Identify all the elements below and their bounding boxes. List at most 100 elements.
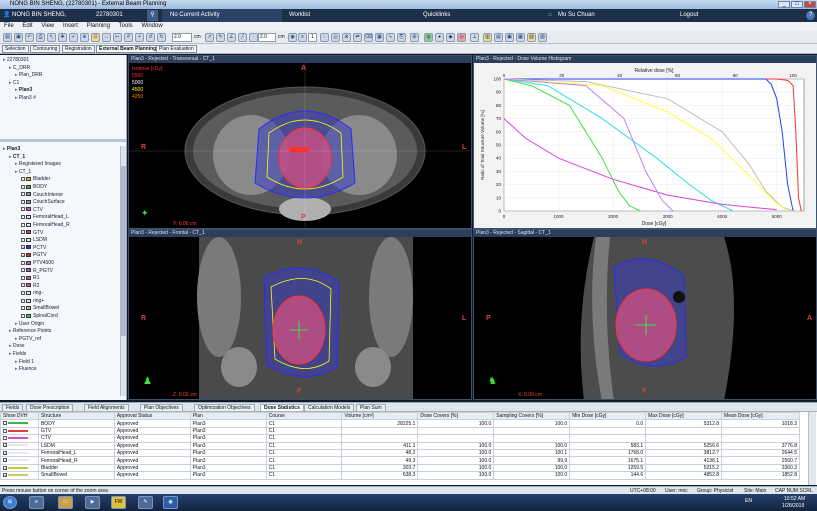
worklist-menu[interactable]: Worklist	[289, 9, 310, 22]
structure_tree-item[interactable]: ring+	[0, 298, 126, 306]
visibility-checkbox[interactable]	[21, 177, 25, 182]
structure_tree-item[interactable]: LSDM	[0, 237, 126, 245]
structure_tree-item[interactable]: ▸ Registered Images	[0, 161, 126, 169]
panel-splitter[interactable]	[0, 139, 126, 142]
course_tree-item[interactable]: ▸ Plan3 #	[0, 95, 126, 103]
structure_tree-item[interactable]: ✓ PCTV	[0, 245, 126, 253]
table-row[interactable]: ✓ Bladder Approved Plan3 C1 303.7 100.0 100.0 12…	[0, 463, 800, 473]
visibility-checkbox[interactable]	[21, 199, 25, 204]
margin-tool-icon[interactable]: ◎	[331, 33, 340, 42]
taskbar-ie-icon[interactable]: e	[29, 496, 44, 509]
help-icon[interactable]: ?	[806, 11, 815, 20]
crosshair-icon[interactable]: +	[135, 33, 144, 42]
save-icon[interactable]: ▣	[14, 33, 23, 42]
table-row[interactable]: ✓ LSDM Approved Plan3 C1 411.1 100.0 100.0 583.1…	[0, 441, 800, 450]
transversal-image[interactable]	[129, 63, 472, 229]
col-sampling-covers[interactable]: Sampling Covers [%]	[493, 411, 571, 421]
show-dvh-cell[interactable]	[0, 426, 39, 436]
show-dvh-checkbox[interactable]: ✓	[3, 458, 7, 463]
zoom-icon[interactable]: ⊕	[80, 33, 89, 42]
menu-insert[interactable]: Insert	[63, 23, 78, 29]
minimize-button[interactable]: _	[778, 1, 790, 8]
table-row[interactable]: CTV Approved Plan3 C1	[0, 434, 800, 443]
structure_tree-item[interactable]: PTV4500	[0, 260, 126, 268]
table-row[interactable]: ✓ FemoralHead_R Approved Plan3 C1 49.3 100.0 99…	[0, 456, 800, 465]
line-icon[interactable]: ╱	[238, 33, 247, 42]
start-button[interactable]: ⊞	[3, 496, 17, 509]
structure_tree-item[interactable]: FemoralHead_R	[0, 222, 126, 230]
show-dvh-cell[interactable]: ✓	[0, 463, 39, 473]
structure_tree-item[interactable]: ▸ Field 1	[0, 359, 126, 367]
smooth-icon[interactable]: ∿	[386, 33, 395, 42]
menu-file[interactable]: File	[4, 23, 14, 29]
menu-tools[interactable]: Tools	[119, 23, 133, 29]
dvh-chart[interactable]: 01020304050607080901000 1000 2000 3000 4000 5…	[474, 63, 817, 229]
visibility-checkbox[interactable]	[21, 215, 25, 220]
brush-icon[interactable]: ✎	[216, 33, 225, 42]
visibility-checkbox[interactable]	[21, 260, 25, 265]
taskbar-media-icon[interactable]: ▶	[85, 496, 100, 509]
structure_tree-item[interactable]: ▸ PGTV_ref	[0, 336, 126, 344]
taskbar-eclipse-icon[interactable]: ◉	[163, 496, 178, 509]
col-mean-dose[interactable]: Mean Dose [cGy]	[721, 411, 800, 421]
taskbar-time[interactable]: 10:52 AM	[784, 496, 805, 502]
visibility-checkbox[interactable]	[21, 298, 25, 303]
workspace-selection[interactable]: Selection	[2, 45, 29, 53]
visibility-checkbox[interactable]	[21, 275, 25, 280]
visibility-checkbox[interactable]	[21, 283, 25, 288]
visibility-checkbox[interactable]	[21, 222, 25, 227]
structure_tree-item[interactable]: R_PGTV	[0, 268, 126, 276]
show-dvh-cell[interactable]	[0, 434, 39, 443]
menu-edit[interactable]: Edit	[22, 23, 32, 29]
col-structure[interactable]: Structure	[37, 411, 115, 421]
taskbar-tool-icon[interactable]: ✎	[138, 496, 153, 509]
layers-icon[interactable]: ≡	[298, 33, 307, 42]
workspace-contouring[interactable]: Contouring	[30, 45, 61, 53]
point-icon[interactable]: ·	[249, 33, 258, 42]
show-dvh-checkbox[interactable]: ✓	[3, 450, 7, 455]
measure-icon[interactable]: ↔	[102, 33, 111, 42]
menu-planning[interactable]: Planning	[87, 23, 110, 29]
zoom-fit-icon[interactable]: ⊞	[410, 33, 419, 42]
show-dvh-cell[interactable]: ✓	[0, 456, 39, 465]
visibility-checkbox[interactable]	[21, 313, 25, 318]
structure_tree-item[interactable]: ▸ Fields	[0, 351, 126, 359]
beam-icon[interactable]: ⟂	[470, 33, 479, 42]
select-icon[interactable]: ↖	[47, 33, 56, 42]
table-row[interactable]: ✓ SmallBowel Approved Plan3 C1 638.3 100.0 100.…	[0, 471, 800, 480]
fill-icon[interactable]: ▦	[375, 33, 384, 42]
show-dvh-cell[interactable]: ✓	[0, 448, 39, 458]
language-indicator[interactable]: EN	[745, 498, 752, 504]
slice-input[interactable]: 1	[308, 33, 317, 42]
col-plan[interactable]: Plan	[189, 411, 267, 421]
structure_tree-item[interactable]: ▸ User Origin	[0, 321, 126, 329]
visibility-checkbox[interactable]	[21, 207, 25, 212]
undo-arrow-icon[interactable]: ↺	[146, 33, 155, 42]
ruler-icon[interactable]: ⊢	[113, 33, 122, 42]
col-show-dvh[interactable]: Show DVH	[0, 411, 39, 421]
structure_tree-item[interactable]: ▸ Fluence	[0, 366, 126, 374]
col-min-dose[interactable]: Min Dose [cGy]	[569, 411, 647, 421]
layout-3-icon[interactable]: ▣	[505, 33, 514, 42]
close-button[interactable]: ×	[804, 1, 816, 8]
cube-icon[interactable]: ◆	[446, 33, 455, 42]
eye-icon[interactable]: ◉	[288, 33, 297, 42]
layout-6-icon[interactable]: ▨	[538, 33, 547, 42]
workspace-plan-evaluation[interactable]: Plan Evaluation	[156, 45, 197, 53]
visibility-checkbox[interactable]	[21, 306, 25, 311]
structure_tree-item[interactable]: ▸ Dose	[0, 343, 126, 351]
visibility-checkbox[interactable]	[21, 230, 25, 235]
zoom-step-input[interactable]: 2.0	[172, 33, 192, 42]
course_tree-item[interactable]: ▸ C1	[0, 80, 126, 88]
visibility-checkbox[interactable]	[21, 184, 25, 189]
grid-icon[interactable]: #	[124, 33, 133, 42]
sagittal-view[interactable]: Plan3 - Rejected - Sagittal - CT_1 H F P…	[473, 229, 817, 400]
show-dvh-cell[interactable]: ✓	[0, 471, 39, 480]
taskbar-fw-icon[interactable]: FW	[111, 496, 126, 509]
open-icon[interactable]: ▤	[3, 33, 12, 42]
structure_tree-item[interactable]: SmallBowel	[0, 305, 126, 313]
visibility-checkbox[interactable]	[21, 268, 25, 273]
show-dvh-checkbox[interactable]	[3, 436, 7, 441]
menu-window[interactable]: Window	[141, 23, 162, 29]
undo-icon[interactable]: ↶	[25, 33, 34, 42]
